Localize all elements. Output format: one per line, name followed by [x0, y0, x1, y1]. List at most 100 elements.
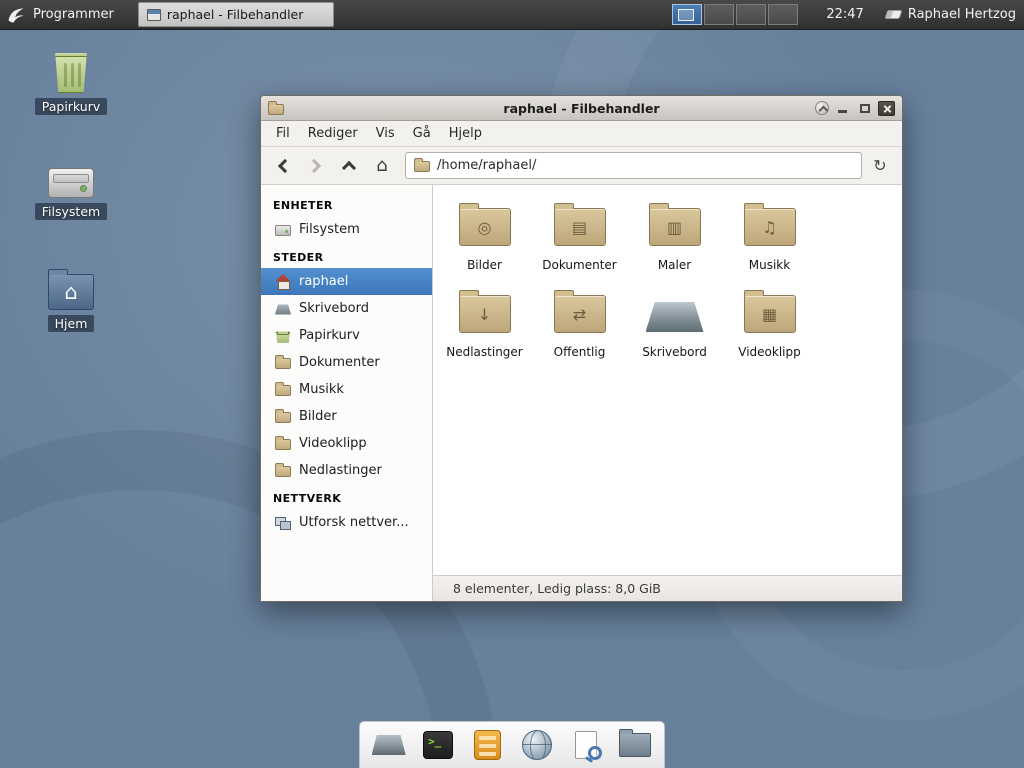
- sidebar-item-musikk[interactable]: Musikk: [261, 376, 432, 403]
- window-title: raphael - Filbehandler: [261, 101, 902, 116]
- titlebar-buttons: [815, 101, 895, 116]
- folder-icon: ◎: [459, 208, 511, 246]
- sidebar-item-label: Bilder: [299, 409, 337, 424]
- sidebar-item-label: Musikk: [299, 382, 344, 397]
- folder-icon: [275, 385, 291, 396]
- desktop-icon-trash[interactable]: Papirkurv: [32, 53, 110, 115]
- drive-icon: [48, 168, 94, 198]
- up-icon: [342, 160, 356, 174]
- sidebar-item-label: Utforsk nettver...: [299, 515, 409, 530]
- web-browser-launcher[interactable]: [516, 725, 558, 765]
- sidebar: ENHETER Filsystem STEDER raphael Skriveb…: [261, 185, 433, 601]
- text-editor-icon: [474, 730, 501, 760]
- applications-menu-button[interactable]: Programmer: [0, 0, 124, 29]
- menu-help[interactable]: Hjelp: [440, 123, 491, 144]
- file-nedlastinger[interactable]: ↓ Nedlastinger: [437, 286, 532, 359]
- app-finder-launcher[interactable]: [565, 725, 607, 765]
- close-button[interactable]: [878, 101, 895, 116]
- sidebar-item-papirkurv[interactable]: Papirkurv: [261, 322, 432, 349]
- sidebar-item-nedlastinger[interactable]: Nedlastinger: [261, 457, 432, 484]
- up-button[interactable]: [334, 152, 364, 180]
- desktop-icon-home[interactable]: ⌂ Hjem: [32, 270, 110, 332]
- back-button[interactable]: [268, 152, 298, 180]
- file-icon-wrap: ◎: [459, 199, 511, 255]
- menu-file[interactable]: Fil: [267, 123, 299, 144]
- folder-icon: [275, 439, 291, 450]
- file-label: Nedlastinger: [446, 345, 523, 359]
- drive-icon: [275, 225, 291, 236]
- minimize-button[interactable]: [834, 101, 851, 116]
- main-column: ◎ Bilder ▤ Dokumenter: [433, 185, 902, 601]
- file-musikk[interactable]: ♫ Musikk: [722, 199, 817, 272]
- shade-button[interactable]: [815, 101, 829, 115]
- folder-icon: ▤: [554, 208, 606, 246]
- magnifier-icon: [588, 746, 602, 760]
- path-text: /home/raphael/: [437, 158, 536, 173]
- panel-clock[interactable]: 22:47: [826, 7, 863, 22]
- desktop-icon-filesystem[interactable]: Filsystem: [32, 160, 110, 220]
- file-offentlig[interactable]: ⇄ Offentlig: [532, 286, 627, 359]
- desktop-icon-label: Hjem: [48, 315, 95, 332]
- sidebar-item-label: Nedlastinger: [299, 463, 382, 478]
- file-bilder[interactable]: ◎ Bilder: [437, 199, 532, 272]
- home-icon: [275, 274, 291, 290]
- file-icon-wrap: ▤: [554, 199, 606, 255]
- menu-view[interactable]: Vis: [367, 123, 404, 144]
- terminal-launcher[interactable]: >_: [417, 725, 459, 765]
- workspace-4[interactable]: [768, 4, 798, 25]
- workspace-3[interactable]: [736, 4, 766, 25]
- file-label: Videoklipp: [738, 345, 800, 359]
- file-label: Maler: [658, 258, 691, 272]
- file-manager-window: raphael - Filbehandler Fil Rediger Vis G…: [260, 95, 903, 602]
- window-body: ENHETER Filsystem STEDER raphael Skriveb…: [261, 185, 902, 601]
- file-manager-launcher[interactable]: [614, 725, 656, 765]
- file-skrivebord[interactable]: Skrivebord: [627, 286, 722, 359]
- maximize-button[interactable]: [856, 101, 873, 116]
- desktop-icon-label: Papirkurv: [35, 98, 108, 115]
- titlebar[interactable]: raphael - Filbehandler: [261, 96, 902, 121]
- sidebar-item-skrivebord[interactable]: Skrivebord: [261, 295, 432, 322]
- show-desktop-button[interactable]: [368, 725, 410, 765]
- text-editor-launcher[interactable]: [466, 725, 508, 765]
- file-icon-wrap: [646, 286, 704, 342]
- home-glyph: ⌂: [64, 280, 77, 304]
- reload-button[interactable]: ↻: [865, 152, 895, 180]
- sidebar-item-network[interactable]: Utforsk nettver...: [261, 509, 432, 536]
- sidebar-header-network: NETTVERK: [261, 484, 432, 509]
- sidebar-item-filsystem[interactable]: Filsystem: [261, 216, 432, 243]
- forward-button[interactable]: [301, 152, 331, 180]
- sidebar-item-raphael[interactable]: raphael: [261, 268, 432, 295]
- menu-go[interactable]: Gå: [404, 123, 440, 144]
- camera-emblem-icon: ◎: [460, 218, 510, 237]
- home-button[interactable]: ⌂: [367, 152, 397, 180]
- reload-icon: ↻: [873, 158, 886, 174]
- sidebar-item-label: raphael: [299, 274, 348, 289]
- file-maler[interactable]: ▥ Maler: [627, 199, 722, 272]
- sidebar-header-devices: ENHETER: [261, 191, 432, 216]
- desktop-icon-label: Filsystem: [35, 203, 107, 220]
- workspace-1[interactable]: [672, 4, 702, 25]
- user-menu[interactable]: Raphael Hertzog: [886, 7, 1016, 22]
- workspace-switcher: [672, 4, 798, 25]
- taskbar-window-button[interactable]: raphael - Filbehandler: [138, 2, 334, 27]
- file-videoklipp[interactable]: ▦ Videoklipp: [722, 286, 817, 359]
- dock: >_: [359, 721, 665, 768]
- sidebar-item-dokumenter[interactable]: Dokumenter: [261, 349, 432, 376]
- forward-icon: [307, 158, 321, 172]
- folder-icon: ⇄: [554, 295, 606, 333]
- sidebar-item-bilder[interactable]: Bilder: [261, 403, 432, 430]
- file-label: Skrivebord: [642, 345, 707, 359]
- file-icon-wrap: ↓: [459, 286, 511, 342]
- sidebar-item-videoklipp[interactable]: Videoklipp: [261, 430, 432, 457]
- menu-edit[interactable]: Rediger: [299, 123, 367, 144]
- desktop: { "panel": { "app_menu_label": "Programm…: [0, 0, 1024, 768]
- trash-icon: [275, 332, 291, 343]
- file-dokumenter[interactable]: ▤ Dokumenter: [532, 199, 627, 272]
- menubar: Fil Rediger Vis Gå Hjelp: [261, 121, 902, 147]
- network-icon: [275, 515, 291, 531]
- file-icon-wrap: ♫: [744, 199, 796, 255]
- home-icon: ⌂: [376, 157, 387, 175]
- path-bar[interactable]: /home/raphael/: [405, 152, 862, 179]
- workspace-2[interactable]: [704, 4, 734, 25]
- file-icon-wrap: ▦: [744, 286, 796, 342]
